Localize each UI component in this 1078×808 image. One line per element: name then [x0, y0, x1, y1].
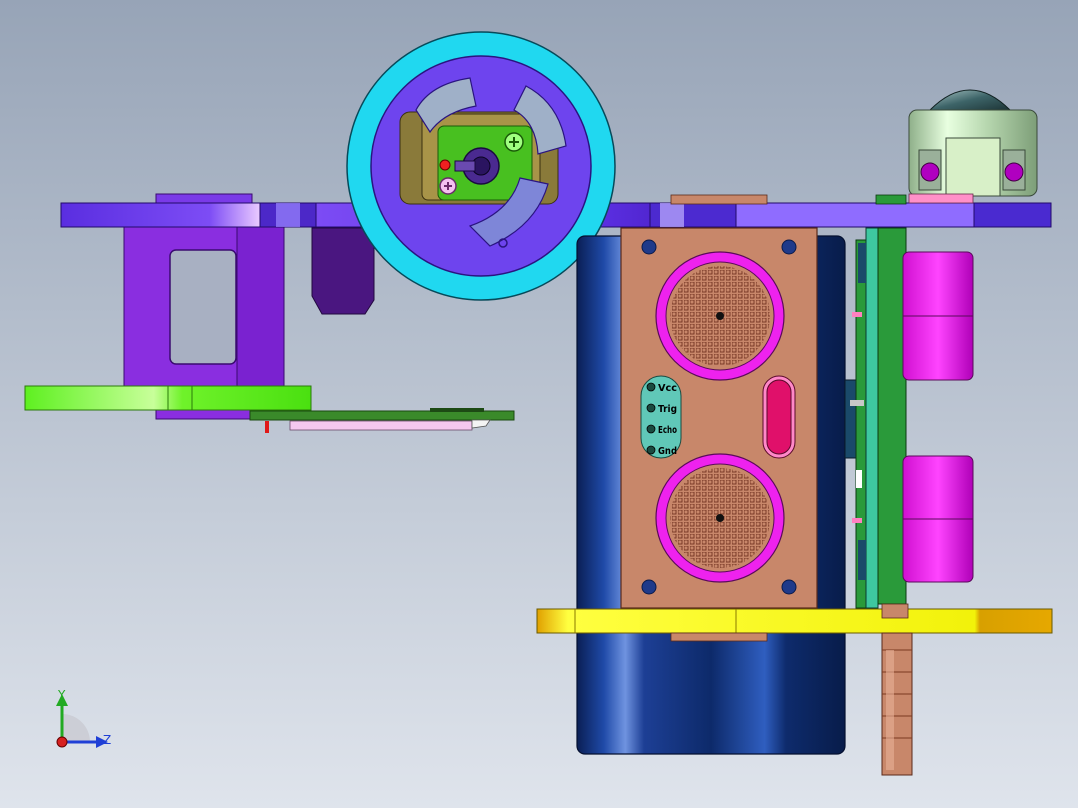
y-axis-label: Y	[57, 688, 66, 702]
right-motor-upper[interactable]	[902, 251, 974, 381]
motor-block[interactable]	[311, 227, 375, 315]
x-axis-dot	[56, 736, 68, 748]
transducer-top	[655, 251, 785, 381]
left-motor-bracket[interactable]	[123, 193, 285, 420]
transducer-bottom	[655, 453, 785, 583]
ultrasonic-sensor-module[interactable]: Vcc Trig Echo Gnd	[620, 227, 818, 609]
z-axis-label: Z	[103, 733, 111, 747]
pin-label-echo: Echo	[658, 425, 677, 436]
cad-viewport[interactable]: Vcc Trig Echo Gnd Y Z	[0, 0, 1078, 808]
pin-label-trig: Trig	[658, 404, 677, 415]
pin-label-gnd: Gnd	[658, 446, 677, 457]
right-motor-lower[interactable]	[902, 455, 974, 583]
drive-wheel[interactable]	[346, 31, 616, 301]
pin-label-vcc: Vcc	[658, 383, 677, 394]
pin-header-panel: Vcc Trig Echo Gnd	[640, 375, 682, 459]
left-green-wheel[interactable]	[24, 385, 312, 411]
